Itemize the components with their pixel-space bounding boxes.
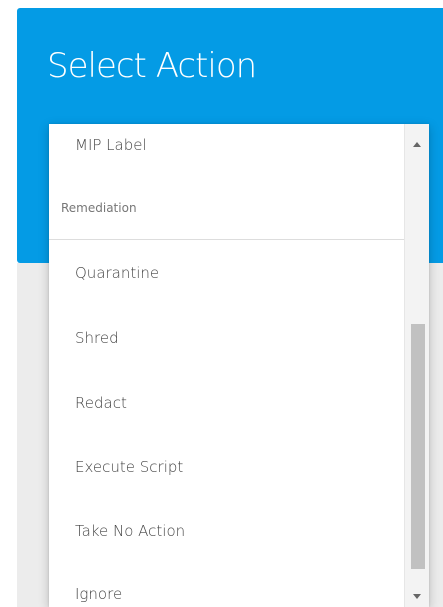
option-shred[interactable]: Shred xyxy=(75,329,119,347)
dropdown-scrollbar[interactable] xyxy=(404,124,429,607)
option-redact[interactable]: Redact xyxy=(75,394,127,412)
scrollbar-thumb[interactable] xyxy=(411,324,425,569)
dialog-title: Select Action xyxy=(47,46,257,86)
option-mip-label[interactable]: MIP Label xyxy=(75,136,147,154)
select-action-dialog: Select Action MIP Label Remediation Quar… xyxy=(0,0,443,607)
option-quarantine[interactable]: Quarantine xyxy=(75,264,159,282)
scroll-down-arrow-icon[interactable] xyxy=(413,594,421,599)
scroll-up-arrow-icon[interactable] xyxy=(413,142,421,147)
action-dropdown-list[interactable]: MIP Label Remediation Quarantine Shred R… xyxy=(49,124,429,607)
option-ignore[interactable]: Ignore xyxy=(75,585,122,603)
group-header-remediation: Remediation xyxy=(61,201,137,215)
group-divider xyxy=(49,239,405,240)
option-take-no-action[interactable]: Take No Action xyxy=(75,522,185,540)
option-execute-script[interactable]: Execute Script xyxy=(75,458,183,476)
